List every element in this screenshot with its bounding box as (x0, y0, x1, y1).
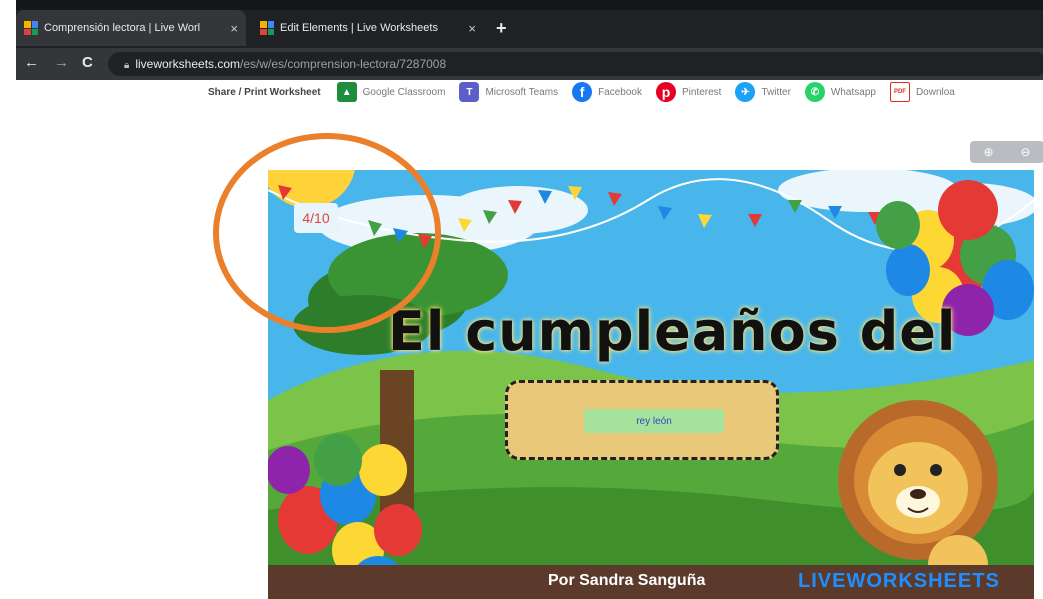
tab-close-icon[interactable]: × (230, 21, 238, 36)
browser-tab-bar: Comprensión lectora | Live Worl × Edit E… (16, 0, 1043, 48)
tab-edit-elements[interactable]: Edit Elements | Live Worksheets × (252, 10, 484, 46)
url-input[interactable]: 🔒︎ liveworksheets.com/es/w/es/comprension… (108, 52, 1043, 76)
facebook-icon: f (572, 82, 593, 102)
whatsapp-icon: ✆ (804, 82, 825, 102)
share-item-label: Downloa (915, 86, 955, 98)
liveworksheets-logo: LIVEWORKSHEETS (798, 570, 1000, 592)
tab-title: Comprensión lectora | Live Worl (44, 22, 201, 34)
tab-bar-top-strip (16, 0, 1043, 10)
screenshot-frame: Comprensión lectora | Live Worl × Edit E… (0, 0, 1043, 599)
author-credit: Por Sandra Sanguña (548, 572, 706, 589)
share-item-label: Facebook (598, 86, 642, 98)
share-pinterest[interactable]: p Pinterest (656, 82, 721, 102)
tab-close-icon[interactable]: × (468, 21, 476, 36)
zoom-controls: ⊕ ⊖ (970, 141, 1043, 163)
answer-field[interactable]: rey león (584, 409, 724, 433)
share-item-label: Microsoft Teams (485, 86, 559, 98)
annotation-circle (213, 133, 441, 333)
lock-icon: 🔒︎ (124, 60, 130, 71)
reload-icon[interactable]: C (82, 54, 93, 71)
share-download[interactable]: PDF Downloa (889, 82, 955, 102)
zoom-out-icon[interactable]: ⊖ (1007, 141, 1043, 163)
answer-drop-zone[interactable]: rey león (505, 380, 779, 460)
share-item-label: Google Classroom (362, 86, 446, 98)
twitter-icon: ✈ (735, 82, 756, 102)
microsoft-teams-icon: T (459, 82, 480, 102)
tab-comprension-lectora[interactable]: Comprensión lectora | Live Worl × (16, 10, 246, 46)
share-microsoft-teams[interactable]: T Microsoft Teams (459, 82, 558, 102)
pdf-icon: PDF (889, 82, 910, 102)
tab-title: Edit Elements | Live Worksheets (280, 22, 438, 34)
share-item-label: Pinterest (682, 86, 722, 98)
share-row: Share / Print Worksheet ▲ Google Classro… (208, 80, 1043, 104)
new-tab-button[interactable]: + (496, 18, 507, 39)
forward-icon[interactable]: → (54, 54, 69, 71)
pinterest-icon: p (656, 82, 676, 102)
url-domain: liveworksheets.com (135, 57, 241, 71)
share-label: Share / Print Worksheet (208, 86, 321, 98)
worksheet-title: El cumpleaños del (388, 300, 957, 363)
browser-address-bar: ← → C 🔒︎ liveworksheets.com/es/w/es/compr… (16, 48, 1043, 80)
back-icon[interactable]: ← (24, 54, 39, 71)
share-whatsapp[interactable]: ✆ Whatsapp (804, 82, 876, 102)
share-item-label: Whatsapp (830, 86, 876, 98)
share-google-classroom[interactable]: ▲ Google Classroom (336, 82, 446, 102)
zoom-in-icon[interactable]: ⊕ (970, 141, 1007, 163)
liveworksheets-favicon-icon (24, 21, 38, 35)
share-item-label: Twitter (761, 86, 791, 98)
google-classroom-icon: ▲ (336, 82, 357, 102)
share-twitter[interactable]: ✈ Twitter (735, 82, 791, 102)
share-facebook[interactable]: f Facebook (572, 82, 642, 102)
liveworksheets-favicon-icon (260, 21, 274, 35)
url-path: /es/w/es/comprension-lectora/7287008 (240, 57, 447, 71)
